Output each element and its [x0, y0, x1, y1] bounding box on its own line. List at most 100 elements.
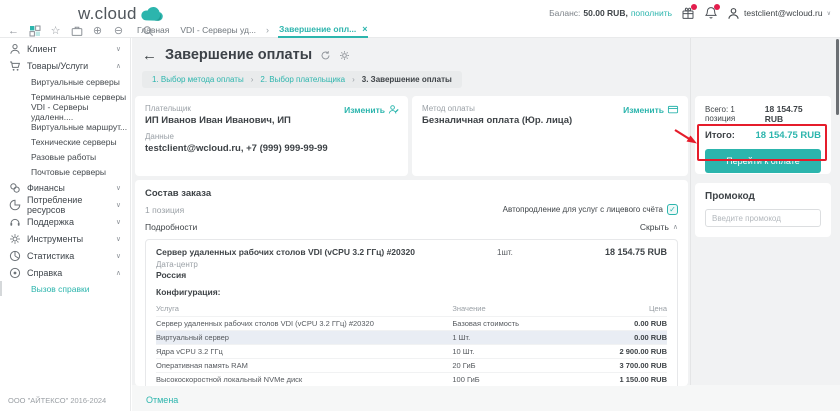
- sidebar-item-resource-consumption[interactable]: Потребление ресурсов ∨: [0, 196, 130, 213]
- hide-details-toggle[interactable]: Скрыть ∧: [640, 222, 678, 232]
- sidebar-item-label: Инструменты: [27, 234, 83, 244]
- edit-label: Изменить: [344, 105, 385, 115]
- refresh-icon[interactable]: [320, 50, 331, 61]
- browser-toolbar: ← ☆ ⊕ ⊖: [7, 24, 154, 37]
- notification-badge: [691, 4, 697, 10]
- cancel-link[interactable]: Отмена: [146, 395, 178, 405]
- zoom-in-icon[interactable]: ⊕: [91, 24, 104, 37]
- sidebar-item-label: Товары/Услуги: [27, 61, 88, 71]
- sidebar-subitem-call-help[interactable]: Вызов справки: [0, 281, 130, 296]
- item-price: 18 154.75 RUB: [575, 247, 667, 257]
- balance-label: Баланс:: [549, 8, 580, 18]
- header-right: Баланс: 50.00 RUB, пополнить: [549, 6, 831, 20]
- datacenter-value: Россия: [156, 270, 667, 280]
- sidebar-subitem-technical-servers[interactable]: Технические серверы: [0, 134, 130, 149]
- total-amount: 18 154.75 RUB: [765, 104, 821, 124]
- order-position-count: 1 позиция: [145, 205, 184, 215]
- workspace-grid-icon[interactable]: [28, 24, 41, 37]
- edit-payer-link[interactable]: Изменить: [344, 104, 399, 115]
- person-edit-icon: [388, 104, 399, 115]
- panel-divider: [690, 38, 691, 411]
- notification-badge: [714, 4, 720, 10]
- sidebar-subitem-one-time-works[interactable]: Разовые работы: [0, 149, 130, 164]
- order-summary-card: Всего: 1 позиция 18 154.75 RUB Итого: 18…: [695, 96, 831, 174]
- cloud-logo-icon: [140, 6, 164, 22]
- column-header-price: Цена: [590, 302, 667, 317]
- cell-price: 2 900.00 RUB: [590, 345, 667, 359]
- payer-card: Плательщик ИП Иванов Иван Иванович, ИП Д…: [135, 96, 408, 176]
- cell-price: 0.00 RUB: [590, 317, 667, 331]
- total-count-label: Всего: 1 позиция: [705, 105, 765, 123]
- edit-method-link[interactable]: Изменить: [623, 104, 679, 115]
- topup-link[interactable]: пополнить: [631, 8, 672, 18]
- order-composition-card: Состав заказа 1 позиция Автопродление дл…: [135, 180, 688, 386]
- grand-total-amount: 18 154.75 RUB: [756, 130, 821, 141]
- favorites-star-icon[interactable]: ☆: [49, 24, 62, 37]
- checkout-steps: 1. Выбор метода оплаты › 2. Выбор плател…: [142, 71, 462, 88]
- balance-value: 50.00 RUB,: [583, 8, 627, 18]
- sidebar-item-help[interactable]: Справка ∧: [0, 264, 130, 281]
- sidebar-item-label: Потребление ресурсов: [27, 195, 110, 215]
- cell-service: Виртуальный сервер: [156, 331, 452, 345]
- chevron-up-icon: ∧: [116, 62, 121, 70]
- sidebar-item-tools[interactable]: Инструменты ∨: [0, 230, 130, 247]
- chevron-down-icon: ∨: [116, 235, 121, 243]
- copyright-footer: ООО "АЙТЕКСО" 2016-2024: [8, 396, 106, 405]
- sidebar-item-label: Поддержка: [27, 217, 74, 227]
- user-email: testclient@wcloud.ru: [744, 8, 823, 18]
- autorenew-checkbox[interactable]: ✓: [667, 204, 678, 215]
- sidebar-item-label: Финансы: [27, 183, 65, 193]
- settings-gear-icon[interactable]: [339, 50, 350, 61]
- payer-contact: testclient@wcloud.ru, +7 (999) 999-99-99: [145, 143, 398, 154]
- scrollbar-thumb[interactable]: [836, 39, 839, 115]
- tab-payment-completion[interactable]: Завершение опл... ×: [278, 21, 368, 38]
- main-content: ← Завершение оплаты 1. Выбор метода опла…: [132, 38, 840, 411]
- sidebar-subitem-virtual-servers[interactable]: Виртуальные серверы: [0, 74, 130, 89]
- edit-label: Изменить: [623, 105, 664, 115]
- tab-vdi-servers[interactable]: VDI - Серверы уд...: [179, 21, 257, 38]
- bell-icon[interactable]: [704, 6, 718, 20]
- chevron-down-icon: ∨: [116, 218, 121, 226]
- table-row: Сервер удаленных рабочих столов VDI (vCP…: [156, 317, 667, 331]
- bank-card-icon: [667, 104, 679, 115]
- tab-home[interactable]: Главная: [136, 21, 170, 38]
- archive-icon[interactable]: [70, 24, 83, 37]
- step-payment-completion: 3. Завершение оплаты: [362, 75, 452, 84]
- zoom-out-icon[interactable]: ⊖: [112, 24, 125, 37]
- sidebar-item-finance[interactable]: Финансы ∨: [0, 179, 130, 196]
- step-payer-selection[interactable]: 2. Выбор плательщика: [260, 75, 345, 84]
- proceed-to-payment-button[interactable]: Перейти к оплате: [705, 149, 821, 173]
- back-arrow-icon[interactable]: ←: [142, 48, 157, 63]
- headset-icon: [9, 216, 21, 228]
- sidebar-item-statistics[interactable]: Статистика ∨: [0, 247, 130, 264]
- chevron-down-icon: ∨: [827, 10, 831, 17]
- sidebar-item-label: Статистика: [27, 251, 74, 261]
- page-title: Завершение оплаты: [165, 47, 312, 63]
- datacenter-label: Дата-центр: [156, 260, 667, 269]
- sidebar-item-support[interactable]: Поддержка ∨: [0, 213, 130, 230]
- sidebar-subitem-vdi-servers[interactable]: VDI - Серверы удаленн....: [0, 104, 130, 119]
- gift-icon[interactable]: [681, 6, 695, 20]
- chevron-down-icon: ∨: [116, 252, 121, 260]
- tab-label: Завершение опл...: [279, 24, 356, 34]
- configuration-label: Конфигурация:: [156, 287, 667, 297]
- cell-service: Высокоскоростной локальный NVMe диск: [156, 373, 452, 387]
- back-icon[interactable]: ←: [7, 24, 20, 37]
- logo-text: w.cloud: [78, 4, 137, 24]
- tab-separator: ›: [266, 21, 269, 38]
- promo-code-card: Промокод: [695, 183, 831, 237]
- column-header-service: Услуга: [156, 302, 452, 317]
- payment-method-card: Метод оплаты Безналичная оплата (Юр. лиц…: [412, 96, 688, 176]
- user-menu[interactable]: testclient@wcloud.ru ∨: [727, 7, 831, 20]
- step-separator: ›: [251, 75, 254, 84]
- sidebar-item-products[interactable]: Товары/Услуги ∧: [0, 57, 130, 74]
- sidebar-subitem-mail-servers[interactable]: Почтовые серверы: [0, 164, 130, 179]
- table-header-row: Услуга Значение Цена: [156, 302, 667, 317]
- app-window: w.cloud ← ☆: [0, 0, 840, 411]
- sidebar-subitem-virtual-routers[interactable]: Виртуальные маршрут...: [0, 119, 130, 134]
- tab-bar: Главная VDI - Серверы уд... › Завершение…: [136, 21, 368, 38]
- promo-code-input[interactable]: [705, 209, 821, 227]
- step-payment-method[interactable]: 1. Выбор метода оплаты: [152, 75, 244, 84]
- close-tab-icon[interactable]: ×: [362, 24, 367, 34]
- sidebar-item-client[interactable]: Клиент ∨: [0, 40, 130, 57]
